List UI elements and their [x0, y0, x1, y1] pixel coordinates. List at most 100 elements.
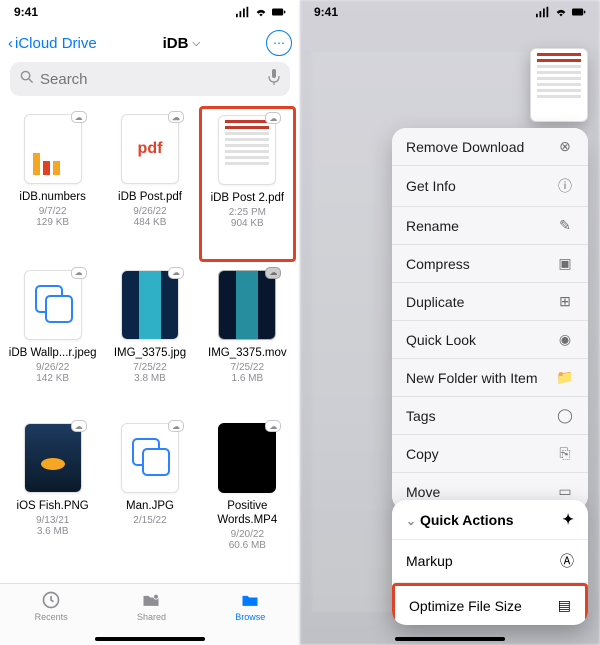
quick-action-optimize-file-size[interactable]: Optimize File Size▤ — [392, 583, 588, 625]
wifi-icon — [554, 6, 568, 18]
file-thumbnail: ☁ — [121, 270, 179, 340]
menu-icon: ⊗ — [556, 138, 574, 155]
quick-action-label: Markup — [406, 553, 453, 569]
file-name: iDB Post.pdf — [118, 190, 182, 204]
menu-item-quick-look[interactable]: Quick Look◉ — [392, 321, 588, 359]
file-name: iDB.numbers — [19, 190, 85, 204]
file-item[interactable]: ☁IMG_3375.mov7/25/221.6 MB — [199, 262, 296, 416]
file-size: 3.8 MB — [134, 373, 166, 384]
cloud-icon: ☁ — [71, 420, 87, 432]
file-size: 142 KB — [36, 373, 69, 384]
menu-item-tags[interactable]: Tags◯ — [392, 397, 588, 435]
clock-icon — [40, 590, 62, 610]
file-size: 129 KB — [36, 217, 69, 228]
quick-action-label: Optimize File Size — [409, 598, 522, 614]
home-indicator[interactable] — [95, 637, 205, 641]
file-thumbnail: ☁ — [24, 270, 82, 340]
file-thumbnail: ☁ — [218, 423, 276, 493]
file-date: 9/26/22 — [133, 206, 166, 217]
file-name: iDB Wallp...r.jpeg — [9, 346, 97, 360]
file-thumbnail: ☁ — [218, 270, 276, 340]
file-name: Man.JPG — [126, 499, 174, 513]
menu-item-copy[interactable]: Copy ⎘ — [392, 435, 588, 473]
sparkle-icon: ✦ — [562, 511, 574, 528]
more-button[interactable]: ⋯ — [266, 30, 292, 56]
file-item[interactable]: ☁ iDB Wallp...r.jpeg 9/26/22142 KB — [4, 262, 101, 416]
shared-folder-icon — [140, 590, 162, 610]
quick-action-markup[interactable]: MarkupⒶ — [392, 540, 588, 583]
nav-bar: ‹ iCloud Drive iDB ⌵ ⋯ — [0, 24, 300, 62]
file-thumbnail: ☁ — [24, 423, 82, 493]
search-input[interactable] — [40, 71, 262, 88]
folder-icon — [239, 590, 261, 610]
file-date: 2:25 PM — [229, 207, 266, 218]
file-size: 1.6 MB — [231, 373, 263, 384]
status-indicators — [236, 6, 286, 18]
menu-item-compress[interactable]: Compress▣ — [392, 245, 588, 283]
menu-item-new-folder-with-item[interactable]: New Folder with Item📁 — [392, 359, 588, 397]
menu-item-remove-download[interactable]: Remove Download ⊗ — [392, 128, 588, 166]
menu-item-rename[interactable]: Rename✎ — [392, 207, 588, 245]
file-item[interactable]: ☁ Man.JPG 2/15/22 — [101, 415, 198, 583]
menu-label: Duplicate — [406, 294, 464, 310]
menu-icon: ◯ — [556, 407, 574, 424]
menu-label: Remove Download — [406, 139, 524, 155]
home-indicator[interactable] — [395, 637, 505, 641]
status-bar: 9:41 — [0, 0, 300, 24]
menu-icon: ⓘ — [556, 176, 574, 196]
mic-icon[interactable] — [268, 69, 280, 90]
menu-item-duplicate[interactable]: Duplicate ⊞ — [392, 283, 588, 321]
nav-title[interactable]: iDB ⌵ — [97, 35, 266, 52]
file-date: 2/15/22 — [133, 515, 166, 526]
file-size: 484 KB — [134, 217, 167, 228]
file-grid: ☁iDB.numbers9/7/22129 KB pdf ☁ iDB Post.pdf… — [0, 102, 300, 583]
battery-icon — [572, 6, 586, 18]
menu-icon: ⎘ — [556, 445, 574, 462]
file-name: iOS Fish.PNG — [17, 499, 89, 513]
pdf-glyph: pdf — [138, 140, 163, 158]
search-field[interactable] — [10, 62, 290, 96]
tab-recents[interactable]: Recents — [35, 590, 68, 622]
file-item[interactable]: pdf ☁ iDB Post.pdf 9/26/22484 KB — [101, 106, 198, 262]
quick-actions-menu: ⌄ Quick Actions ✦ MarkupⒶOptimize File S… — [392, 500, 588, 625]
file-thumbnail: ☁ — [218, 115, 276, 185]
status-time: 9:41 — [14, 5, 38, 19]
back-button[interactable]: ‹ iCloud Drive — [8, 35, 97, 52]
file-item[interactable]: ☁iOS Fish.PNG9/13/213.6 MB — [4, 415, 101, 583]
menu-label: Copy — [406, 446, 439, 462]
status-bar: 9:41 — [300, 0, 600, 24]
file-thumbnail: ☁ — [121, 423, 179, 493]
tab-browse[interactable]: Browse — [235, 590, 265, 622]
file-date: 7/25/22 — [231, 362, 264, 373]
ellipsis-icon: ⋯ — [273, 36, 285, 50]
tab-label: Shared — [137, 612, 166, 622]
menu-label: Quick Look — [406, 332, 476, 348]
chevron-down-icon: ⌄ — [406, 514, 416, 528]
menu-icon: ▭ — [556, 483, 574, 500]
menu-icon: ✎ — [556, 217, 574, 234]
tab-shared[interactable]: Shared — [137, 590, 166, 622]
chevron-left-icon: ‹ — [8, 35, 13, 52]
quick-actions-header[interactable]: ⌄ Quick Actions ✦ — [392, 500, 588, 540]
tab-label: Recents — [35, 612, 68, 622]
file-item[interactable]: ☁Positive Words.MP49/20/2260.6 MB — [199, 415, 296, 583]
context-menu-screen: 9:41 Remove Download ⊗ Get InfoⓘRename✎Com… — [300, 0, 600, 645]
folder-title: iDB — [163, 35, 189, 52]
cloud-icon: ☁ — [265, 267, 281, 279]
selected-file-preview[interactable] — [530, 48, 588, 122]
context-menu: Remove Download ⊗ Get InfoⓘRename✎Compress… — [392, 128, 588, 510]
menu-label: New Folder with Item — [406, 370, 537, 386]
menu-icon: ⊞ — [556, 293, 574, 310]
menu-item-get-info[interactable]: Get Infoⓘ — [392, 166, 588, 207]
battery-icon — [272, 6, 286, 18]
file-date: 7/25/22 — [133, 362, 166, 373]
file-item[interactable]: ☁iDB.numbers9/7/22129 KB — [4, 106, 101, 262]
search-icon — [20, 70, 34, 89]
file-item[interactable]: ☁IMG_3375.jpg7/25/223.8 MB — [101, 262, 198, 416]
file-item[interactable]: ☁iDB Post 2.pdf2:25 PM904 KB — [199, 106, 296, 262]
file-size: 3.6 MB — [37, 526, 69, 537]
cloud-icon: ☁ — [168, 111, 184, 123]
chevron-down-icon: ⌵ — [192, 38, 200, 49]
file-date: 9/26/22 — [36, 362, 69, 373]
back-label: iCloud Drive — [15, 35, 97, 52]
